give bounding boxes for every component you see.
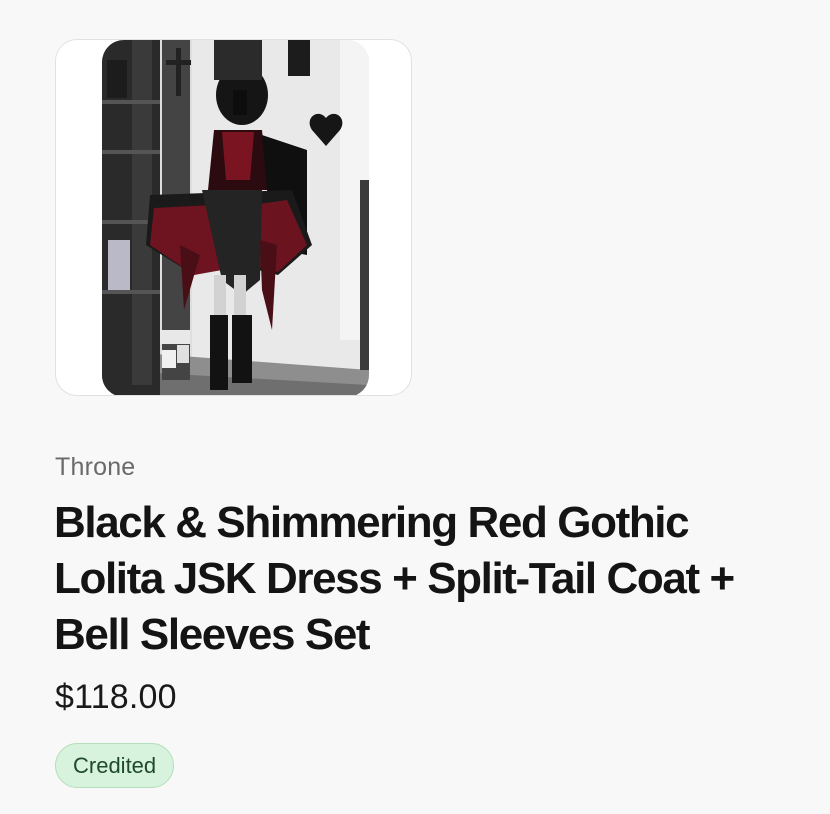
product-card[interactable]: Throne Black & Shimmering Red Gothic Lol… <box>0 0 830 814</box>
product-title[interactable]: Black & Shimmering Red Gothic Lolita JSK… <box>54 495 794 663</box>
product-photo[interactable] <box>102 40 369 395</box>
brand-name[interactable]: Throne <box>55 453 135 482</box>
product-image-frame[interactable] <box>55 39 412 396</box>
status-badge: Credited <box>55 743 175 788</box>
product-price: $118.00 <box>55 678 177 716</box>
